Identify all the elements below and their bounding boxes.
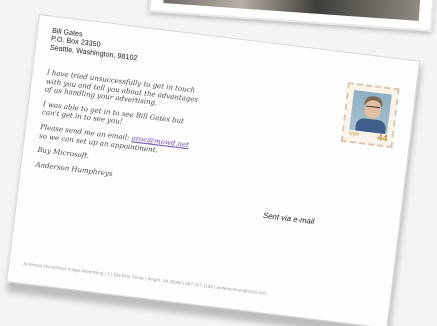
postcard-scene: Bill Gates P.O. Box 23350 Seattle, Washi… xyxy=(0,0,437,326)
handwritten-letter: I have tried unsuccessfully to get in to… xyxy=(34,68,256,200)
sent-via-email-note: Sent via e-mail xyxy=(262,210,315,227)
recipient-address: Bill Gates P.O. Box 23350 Seattle, Washi… xyxy=(49,26,139,63)
photo-image xyxy=(163,0,422,21)
stamp-value: 44 xyxy=(376,132,389,144)
postcard: Bill Gates P.O. Box 23350 Seattle, Washi… xyxy=(6,14,421,326)
stamp-portrait xyxy=(349,89,392,135)
postage-stamp: USA 44 xyxy=(340,82,400,149)
photo-print-top xyxy=(148,0,436,32)
postcard-footer: Anderson Humphreys Image Advertising | 1… xyxy=(23,260,268,296)
stamp-country: USA xyxy=(348,130,360,138)
